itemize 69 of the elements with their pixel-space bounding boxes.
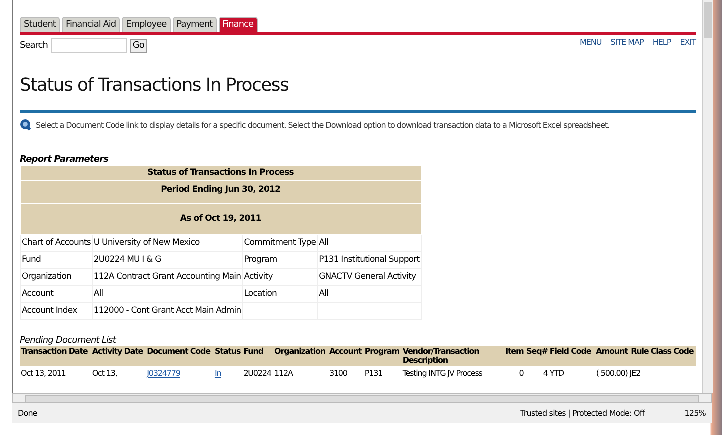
search-label: Search bbox=[20, 40, 48, 50]
column-header: Document Code bbox=[146, 346, 214, 366]
table-cell: Oct 13, bbox=[92, 369, 118, 378]
parameter-cell: 112A Contract Grant Accounting Main bbox=[92, 268, 243, 286]
section-heading: Report Parameters bbox=[20, 155, 110, 165]
report-title-cell: Period Ending Jun 30, 2012 bbox=[20, 180, 422, 204]
parameter-cell: P131 Institutional Support bbox=[318, 252, 422, 268]
table-cell: 112A bbox=[274, 369, 293, 378]
table-cell: ( 500.00) bbox=[596, 369, 628, 378]
nav-tab[interactable]: Employee bbox=[122, 17, 171, 32]
column-header: Rule Class Code bbox=[628, 346, 696, 366]
info-icon bbox=[20, 119, 32, 131]
parameter-cell: Account Index bbox=[20, 302, 92, 320]
nav-tab[interactable]: Finance bbox=[218, 17, 258, 32]
document-link[interactable]: J0324779 bbox=[147, 369, 180, 378]
column-header: Account bbox=[328, 346, 364, 366]
parameter-cell: GNACTV General Activity bbox=[318, 268, 422, 286]
table-cell: 4 bbox=[543, 369, 548, 378]
parameter-cell: Chart of Accounts bbox=[20, 234, 92, 252]
parameter-cell: 112000 - Cont Grant Acct Main Admin bbox=[92, 302, 243, 320]
go-button[interactable]: Go bbox=[130, 38, 148, 52]
parameter-cell: All bbox=[92, 286, 243, 302]
security-zone-text: Trusted sites | Protected Mode: Off bbox=[520, 408, 645, 418]
nav-tab[interactable]: Financial Aid bbox=[62, 17, 120, 32]
table-cell: Testing INTG JV Process bbox=[402, 369, 482, 378]
zoom-level[interactable]: 125% bbox=[684, 408, 706, 418]
parameter-cell: Activity bbox=[242, 268, 318, 286]
parameter-cell: All bbox=[318, 234, 422, 252]
table-cell: 3100 bbox=[329, 369, 348, 378]
document-link[interactable]: In bbox=[214, 369, 222, 378]
parameter-cell: 2U0224 MU I & G bbox=[92, 252, 243, 268]
header-link[interactable]: HELP bbox=[652, 38, 672, 47]
table-cell: 2U0224 bbox=[244, 369, 272, 378]
column-header: Program bbox=[364, 346, 402, 366]
page-title: Status of Transactions In Process bbox=[20, 75, 290, 96]
column-header: Organization bbox=[274, 346, 328, 366]
column-header: Seq# bbox=[524, 346, 549, 366]
parameter-cell: Program bbox=[242, 252, 318, 268]
section-heading: Pending Document List bbox=[20, 336, 118, 346]
column-header: Fund bbox=[242, 346, 274, 366]
report-title-cell: Status of Transactions In Process bbox=[20, 166, 422, 180]
table-cell: P131 bbox=[364, 369, 383, 378]
table-cell: YTD bbox=[550, 369, 564, 378]
column-header: Amount bbox=[594, 346, 629, 366]
nav-tab[interactable]: Payment bbox=[172, 17, 217, 32]
parameter-cell: Commitment Type bbox=[242, 234, 318, 252]
parameter-cell: Location bbox=[242, 286, 318, 302]
column-header: Field Code bbox=[548, 346, 594, 366]
column-header: Status bbox=[214, 346, 243, 366]
header-link[interactable]: EXIT bbox=[680, 38, 696, 47]
header-link[interactable]: SITE MAP bbox=[610, 38, 644, 47]
report-title-cell: As of Oct 19, 2011 bbox=[20, 204, 422, 234]
table-cell: 0 bbox=[519, 369, 524, 378]
parameter-cell: Fund bbox=[20, 252, 92, 268]
parameter-cell: All bbox=[318, 286, 422, 302]
table-cell: JE2 bbox=[630, 369, 641, 378]
search-field[interactable] bbox=[50, 38, 127, 53]
instruction-text: Select a Document Code link to display details for a specific document. Select the Download option to download transaction data to a Microsoft Excel spreadsheet. bbox=[36, 120, 610, 130]
parameter-cell: U University of New Mexico bbox=[92, 234, 243, 252]
nav-tab[interactable]: Student bbox=[20, 17, 60, 32]
parameter-cell: Account bbox=[20, 286, 92, 302]
column-header: Vendor/Transaction Description bbox=[402, 346, 504, 366]
column-header: Item bbox=[504, 346, 525, 366]
table-cell: Oct 13, 2011 bbox=[21, 369, 66, 378]
status-text: Done bbox=[18, 408, 38, 418]
column-header: Activity Date bbox=[91, 346, 146, 366]
header-link[interactable]: MENU bbox=[580, 38, 602, 47]
column-header: Transaction Date bbox=[20, 346, 92, 366]
parameter-cell: Organization bbox=[20, 268, 92, 286]
